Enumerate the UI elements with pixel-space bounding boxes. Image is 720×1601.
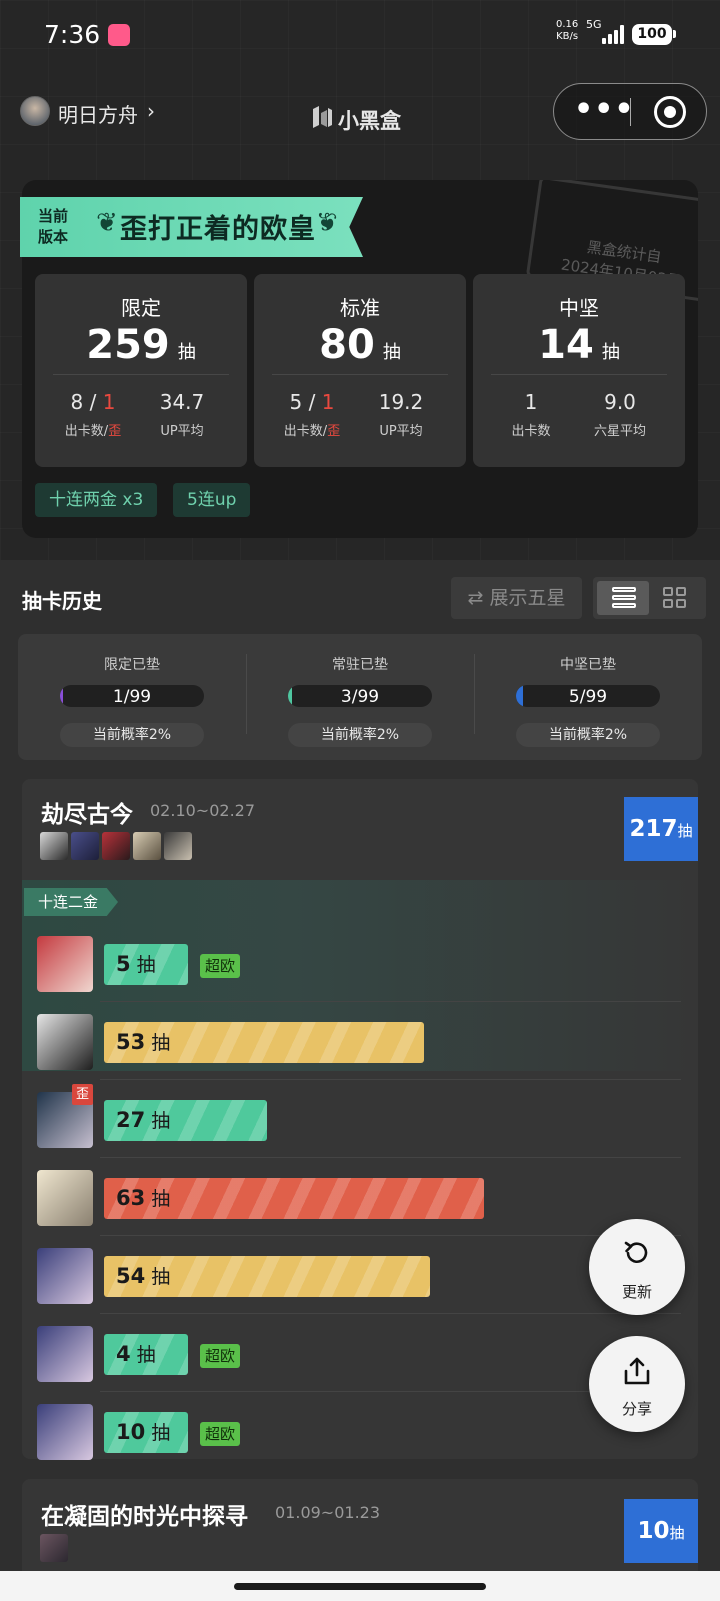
version-title: 歪打正着的欧皇 bbox=[120, 214, 316, 245]
operator-mini-avatar bbox=[102, 832, 130, 860]
operator-avatar[interactable] bbox=[37, 936, 93, 992]
operator-avatar[interactable] bbox=[37, 1248, 93, 1304]
pull-row[interactable]: 4 抽超欧 bbox=[36, 1314, 681, 1392]
logo-text: 小黑盒 bbox=[338, 109, 401, 133]
pity-standard: 常驻已垫 3/99 当前概率2% bbox=[246, 634, 474, 760]
history-title: 抽卡历史 bbox=[22, 589, 102, 613]
miniprogram-capsule: ••• bbox=[553, 83, 707, 140]
off-banner-badge: 歪 bbox=[72, 1084, 93, 1105]
home-indicator[interactable] bbox=[234, 1583, 486, 1590]
grid-view-icon[interactable] bbox=[663, 587, 687, 609]
list-view-icon[interactable] bbox=[597, 581, 649, 615]
lucky-badge: 超欧 bbox=[200, 1344, 241, 1368]
lucky-badge: 超欧 bbox=[200, 1422, 241, 1446]
status-bar: 7:36 0.16 KB/s 5G 100 bbox=[0, 0, 720, 70]
stat-box-limited: 限定 259 抽 8 / 1 出卡数/歪 34.7 UP平均 bbox=[35, 274, 247, 467]
operator-mini-avatar bbox=[40, 832, 68, 860]
net-speed: 0.16 KB/s bbox=[556, 19, 579, 42]
stat-count: 14 抽 bbox=[538, 322, 620, 368]
game-avatar[interactable] bbox=[20, 96, 50, 126]
share-icon bbox=[624, 1357, 650, 1385]
view-toggle bbox=[593, 577, 706, 619]
stat-count: 259 抽 bbox=[86, 322, 196, 368]
stat-count: 80 抽 bbox=[319, 322, 401, 368]
status-time: 7:36 bbox=[44, 20, 101, 49]
laurel-left-icon: ❦ bbox=[96, 208, 118, 238]
banner-total-badge: 10抽 bbox=[624, 1499, 698, 1563]
banner-dates: 01.09~01.23 bbox=[275, 1503, 381, 1522]
show-five-star-button[interactable]: ⇄ 展示五星 bbox=[451, 577, 582, 619]
signal-icon bbox=[602, 24, 624, 44]
operator-avatar[interactable] bbox=[37, 1326, 93, 1382]
battery-icon: 100 bbox=[632, 24, 672, 45]
net-type: 5G bbox=[586, 18, 602, 31]
pull-row[interactable]: 歪 27 抽 bbox=[36, 1080, 681, 1158]
more-dots-icon[interactable]: ••• bbox=[574, 92, 635, 127]
pull-count-bar: 54 抽 bbox=[104, 1256, 430, 1297]
app-logo: 小黑盒 bbox=[310, 103, 420, 133]
stat-box-standard: 标准 80 抽 5 / 1 出卡数/歪 19.2 UP平均 bbox=[254, 274, 466, 467]
pull-count-bar: 27 抽 bbox=[104, 1100, 267, 1141]
pull-row[interactable]: 5 抽超欧 bbox=[36, 924, 681, 1002]
lucky-badge: 超欧 bbox=[200, 954, 241, 978]
version-label: 当前 版本 bbox=[38, 207, 69, 246]
operator-mini-avatar bbox=[40, 1534, 68, 1562]
operator-mini-avatar bbox=[164, 832, 192, 860]
pull-row[interactable]: 53 抽 bbox=[36, 1002, 681, 1080]
pity-limited: 限定已垫 1/99 当前概率2% bbox=[18, 634, 246, 760]
pull-count-bar: 5抽 bbox=[104, 944, 188, 985]
pull-row[interactable]: 63 抽 bbox=[36, 1158, 681, 1236]
close-target-icon[interactable] bbox=[654, 96, 686, 128]
operator-avatar[interactable] bbox=[37, 1014, 93, 1070]
ten-two-gold-tag: 十连二金 bbox=[24, 888, 118, 916]
banner-dates: 02.10~02.27 bbox=[150, 801, 256, 820]
banner-name: 劫尽古今 bbox=[41, 802, 133, 828]
share-button[interactable]: 分享 bbox=[589, 1336, 685, 1432]
tag-five-up: 5连up bbox=[173, 483, 251, 517]
pull-count-bar: 53 抽 bbox=[104, 1022, 424, 1063]
chevron-right-icon[interactable]: › bbox=[147, 99, 155, 123]
operator-avatar[interactable] bbox=[37, 1170, 93, 1226]
pity-card: 限定已垫 1/99 当前概率2% 常驻已垫 3/99 当前概率2% 中坚已垫 5… bbox=[18, 634, 702, 760]
heybox-logo-icon bbox=[313, 106, 332, 128]
bilibili-icon bbox=[108, 24, 130, 46]
operator-mini-avatar bbox=[71, 832, 99, 860]
operator-avatar[interactable] bbox=[37, 1404, 93, 1460]
banner-name: 在凝固的时光中探寻 bbox=[41, 1504, 248, 1530]
refresh-icon bbox=[624, 1241, 648, 1263]
operator-mini-avatar bbox=[133, 832, 161, 860]
pull-count-bar: 63 抽 bbox=[104, 1178, 484, 1219]
laurel-right-icon: ❦ bbox=[316, 208, 338, 238]
pull-row[interactable]: 54 抽 bbox=[36, 1236, 681, 1314]
game-selector[interactable]: 明日方舟 bbox=[58, 99, 138, 128]
pity-core: 中坚已垫 5/99 当前概率2% bbox=[474, 634, 702, 760]
banner-total-badge: 217抽 bbox=[624, 797, 698, 861]
tag-ten-two-gold: 十连两金 x3 bbox=[35, 483, 158, 517]
refresh-button[interactable]: 更新 bbox=[589, 1219, 685, 1315]
battery-tip bbox=[673, 30, 676, 38]
pull-count-bar: 4抽 bbox=[104, 1334, 188, 1375]
stat-box-core: 中坚 14 抽 1 出卡数 9.0 六星平均 bbox=[473, 274, 685, 467]
capsule-divider bbox=[630, 98, 631, 126]
pull-count-bar: 10 抽 bbox=[104, 1412, 188, 1453]
pull-row[interactable]: 10 抽超欧 bbox=[36, 1392, 681, 1470]
